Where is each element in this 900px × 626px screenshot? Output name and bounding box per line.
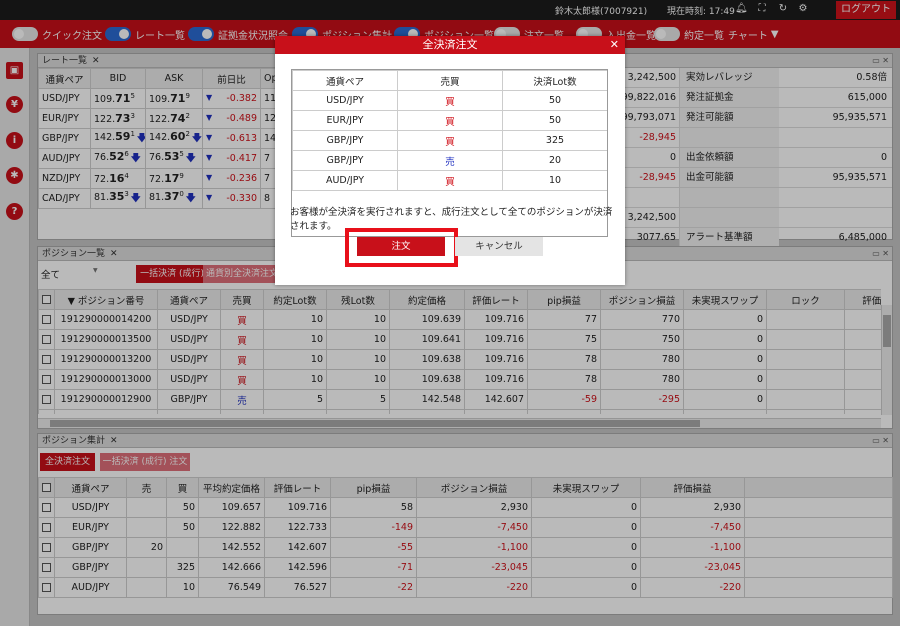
dialog-table: 通貨ペア 売買 決済Lot数 USD/JPY 買 50 EUR/JPY 買 50 GBP/J… [292, 70, 607, 191]
close-icon[interactable]: ✕ [610, 36, 619, 54]
col-pair: 通貨ペア [292, 70, 398, 91]
order-button[interactable]: 注文 [357, 237, 445, 256]
cancel-button[interactable]: キャンセル [455, 237, 543, 256]
table-row: EUR/JPY 買 50 [292, 110, 607, 131]
table-row: AUD/JPY 買 10 [292, 170, 607, 191]
table-row: GBP/JPY 買 325 [292, 130, 607, 151]
col-lot: 決済Lot数 [502, 70, 607, 91]
table-row: GBP/JPY 売 20 [292, 150, 607, 171]
col-side: 売買 [397, 70, 503, 91]
table-row: USD/JPY 買 50 [292, 90, 607, 111]
dialog-title-bar: 全決済注文 ✕ [275, 36, 625, 54]
